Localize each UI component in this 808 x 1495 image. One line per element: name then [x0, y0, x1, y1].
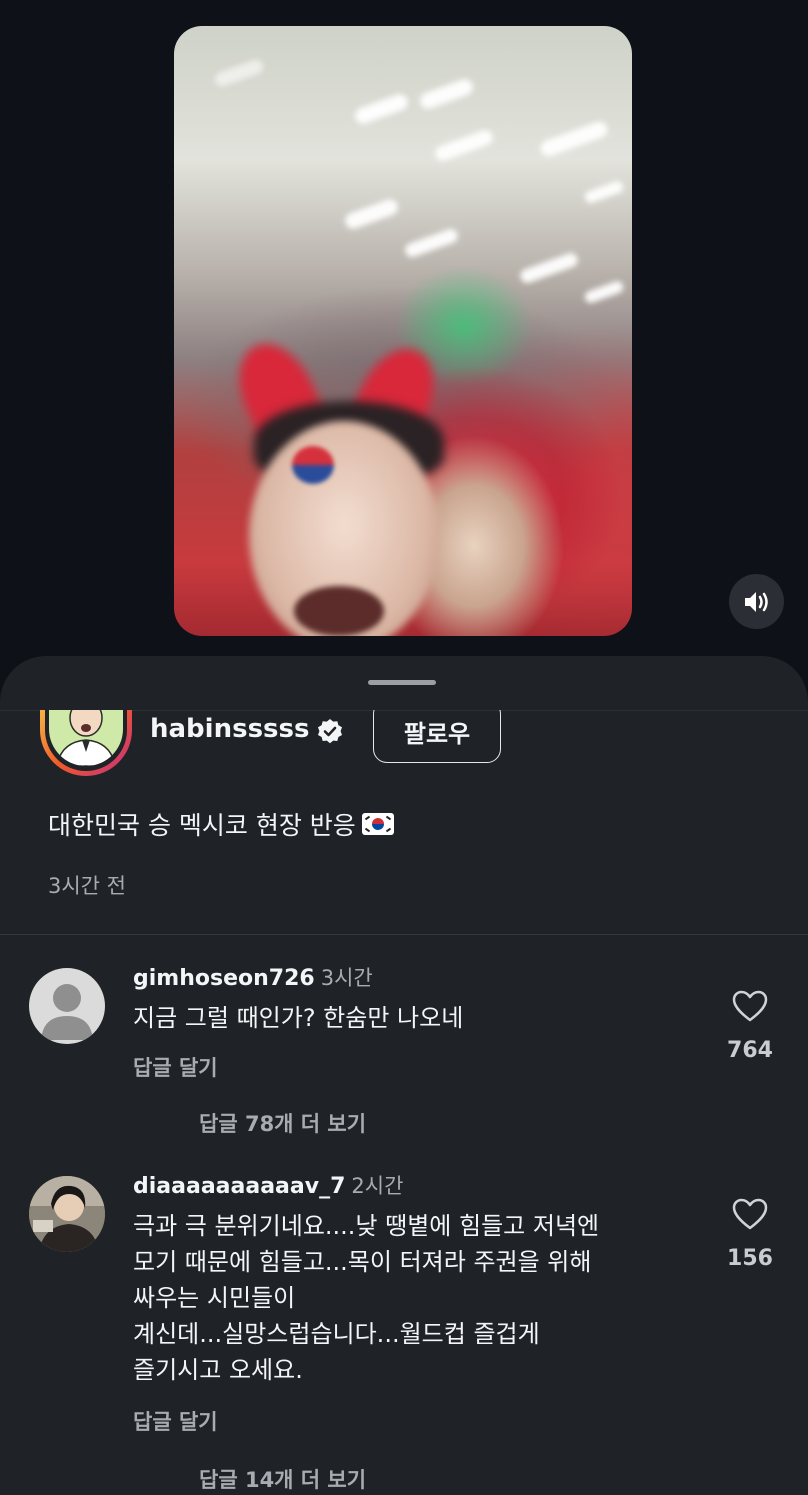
heart-icon — [732, 990, 768, 1022]
screen: habinsssss 팔로우 대한민국 승 멕시코 현장 반응 3시간 전 gi… — [0, 0, 808, 1495]
like-count: 156 — [727, 1246, 773, 1271]
like-button[interactable] — [728, 1198, 772, 1234]
post-caption: 대한민국 승 멕시코 현장 반응 — [48, 806, 394, 842]
reply-button[interactable]: 답글 달기 — [133, 1052, 218, 1082]
reply-button[interactable]: 답글 달기 — [133, 1406, 218, 1436]
video-player[interactable] — [174, 26, 632, 636]
comment-time: 2시간 — [351, 1174, 404, 1198]
comment-time: 3시간 — [320, 966, 373, 990]
heart-icon — [732, 1198, 768, 1230]
comments-sheet: habinsssss 팔로우 대한민국 승 멕시코 현장 반응 3시간 전 gi… — [0, 656, 808, 1495]
like-count: 764 — [727, 1038, 773, 1063]
view-more-replies-button[interactable]: 답글 78개 더 보기 — [199, 1108, 366, 1138]
sound-toggle-button[interactable] — [729, 574, 784, 629]
user-photo-avatar — [29, 1176, 105, 1252]
sheet-drag-handle[interactable] — [368, 680, 436, 685]
korea-flag-icon — [361, 813, 394, 835]
like-button[interactable] — [728, 990, 772, 1026]
commenter-avatar[interactable] — [29, 1176, 105, 1252]
author-username[interactable]: habinsssss — [150, 714, 309, 744]
view-more-replies-button[interactable]: 답글 14개 더 보기 — [199, 1464, 366, 1494]
comment-username[interactable]: gimhoseon726 — [133, 966, 315, 991]
speaker-on-icon — [744, 591, 768, 612]
post-header: habinsssss 팔로우 — [0, 710, 808, 778]
post-timestamp: 3시간 전 — [48, 874, 126, 898]
comment-username[interactable]: diaaaaaaaaaav_7 — [133, 1174, 345, 1199]
follow-button[interactable]: 팔로우 — [373, 710, 501, 763]
verified-badge-icon — [318, 719, 342, 744]
comment-header: gimhoseon726 3시간 — [133, 962, 373, 992]
default-avatar-icon — [41, 984, 93, 1040]
commenter-avatar[interactable] — [29, 968, 105, 1044]
comment-text: 지금 그럴 때인가? 한숨만 나오네 — [133, 1004, 464, 1032]
divider — [0, 934, 808, 935]
comment-text: 극과 극 분위기네요....낮 땡볕에 힘들고 저녁엔 모기 때문에 힘들고..… — [133, 1212, 600, 1384]
author-avatar[interactable] — [40, 710, 132, 776]
caption-text: 대한민국 승 멕시코 현장 반응 — [48, 811, 356, 840]
comment-header: diaaaaaaaaaav_7 2시간 — [133, 1170, 403, 1200]
